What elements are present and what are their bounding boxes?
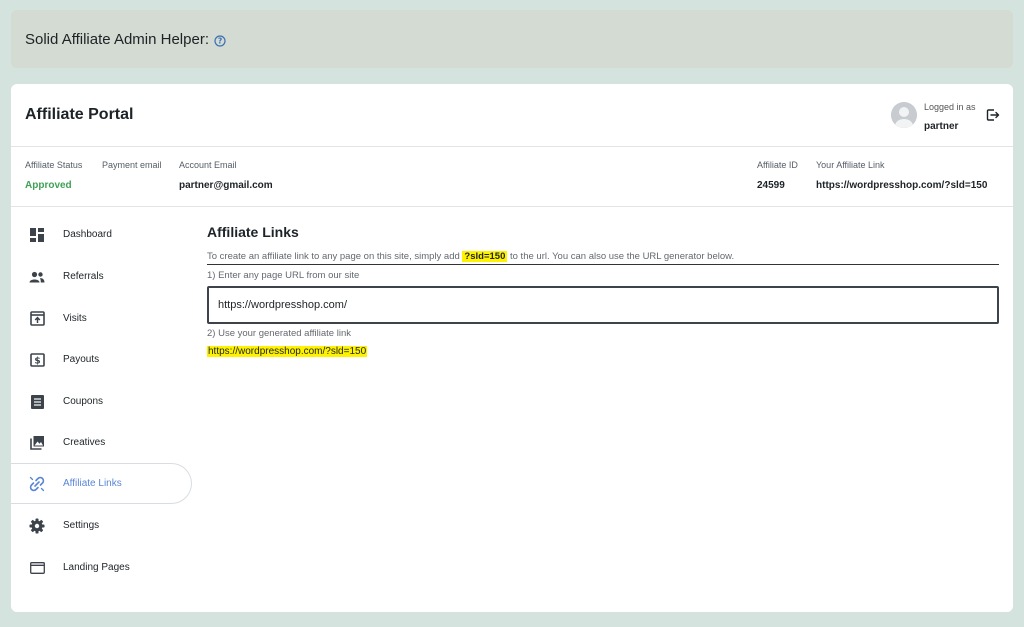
logged-in-username: partner bbox=[924, 121, 959, 132]
sidebar-item-referrals[interactable]: Referrals bbox=[11, 256, 192, 297]
sidebar-item-landing-pages[interactable]: Landing Pages bbox=[11, 547, 192, 588]
admin-helper-bar: Solid Affiliate Admin Helper: ? bbox=[11, 10, 1013, 68]
generated-affiliate-link[interactable]: https://wordpresshop.com/?sld=150 bbox=[207, 346, 368, 357]
step1-label: 1) Enter any page URL from our site bbox=[207, 270, 360, 281]
account-email: Account Email partner@gmail.com bbox=[179, 160, 273, 191]
sidebar-item-creatives[interactable]: Creatives bbox=[11, 422, 192, 463]
affiliate-info-row: Affiliate Status Approved Payment email … bbox=[11, 147, 1013, 207]
sidebar-item-label: Dashboard bbox=[63, 229, 112, 240]
affiliate-id-label: Affiliate ID bbox=[757, 160, 798, 170]
admin-helper-title: Solid Affiliate Admin Helper: bbox=[25, 30, 209, 48]
description-text: To create an affiliate link to any page … bbox=[207, 251, 463, 262]
affiliate-link-label: Your Affiliate Link bbox=[816, 160, 885, 170]
sidebar-item-dashboard[interactable]: Dashboard bbox=[11, 214, 192, 255]
sidebar-item-payouts[interactable]: $ Payouts bbox=[11, 339, 192, 380]
affiliate-links-description: To create an affiliate link to any page … bbox=[207, 251, 999, 265]
window-icon bbox=[29, 560, 45, 576]
sidebar-nav: Dashboard Referrals Visits $ Payouts Cou… bbox=[11, 208, 192, 612]
visits-icon bbox=[29, 311, 45, 327]
affiliate-id-value: 24599 bbox=[757, 180, 785, 191]
sidebar-item-label: Creatives bbox=[63, 437, 106, 448]
sidebar-item-label: Affiliate Links bbox=[63, 478, 122, 489]
sidebar-item-label: Payouts bbox=[63, 354, 100, 365]
affiliate-status-label: Affiliate Status bbox=[25, 160, 83, 170]
affiliate-id: Affiliate ID 24599 bbox=[757, 160, 798, 191]
status-badge: Approved bbox=[25, 180, 72, 191]
sld-param-highlight: ?sld=150 bbox=[462, 251, 508, 262]
dollar-icon: $ bbox=[29, 352, 45, 368]
users-icon bbox=[29, 269, 45, 285]
portal-header: Affiliate Portal Logged in as partner bbox=[11, 84, 1013, 147]
payment-email-label: Payment email bbox=[102, 160, 162, 170]
user-menu: Logged in as partner bbox=[891, 100, 1011, 136]
sidebar-item-settings[interactable]: Settings bbox=[11, 505, 192, 546]
payment-email: Payment email bbox=[102, 160, 162, 170]
description-text: to the url. You can also use the URL gen… bbox=[507, 251, 735, 262]
affiliate-portal: Affiliate Portal Logged in as partner Af… bbox=[11, 84, 1013, 612]
page-url-input[interactable] bbox=[207, 286, 999, 324]
page-title: Affiliate Portal bbox=[25, 106, 134, 123]
question-circle-icon[interactable]: ? bbox=[214, 34, 226, 47]
sidebar-item-coupons[interactable]: Coupons bbox=[11, 381, 192, 422]
logout-icon[interactable] bbox=[986, 108, 1000, 127]
affiliate-link: Your Affiliate Link https://wordpresshop… bbox=[816, 160, 987, 191]
sidebar-item-visits[interactable]: Visits bbox=[11, 298, 192, 339]
account-email-value: partner@gmail.com bbox=[179, 180, 273, 191]
account-email-label: Account Email bbox=[179, 160, 237, 170]
dashboard-icon bbox=[29, 227, 45, 243]
svg-text:?: ? bbox=[218, 36, 222, 45]
coupon-icon bbox=[29, 394, 45, 410]
affiliate-link-value[interactable]: https://wordpresshop.com/?sld=150 bbox=[816, 180, 987, 191]
section-title: Affiliate Links bbox=[207, 224, 299, 240]
user-avatar-icon bbox=[891, 102, 917, 128]
sidebar-item-label: Coupons bbox=[63, 396, 104, 407]
affiliate-status: Affiliate Status Approved bbox=[25, 160, 82, 191]
sidebar-item-label: Referrals bbox=[63, 271, 104, 282]
images-icon bbox=[29, 435, 45, 451]
link-icon bbox=[29, 476, 45, 492]
sidebar-item-label: Landing Pages bbox=[63, 562, 130, 573]
svg-text:$: $ bbox=[34, 356, 40, 366]
sidebar-item-label: Settings bbox=[63, 520, 100, 531]
logged-in-label: Logged in as bbox=[924, 102, 976, 112]
sidebar-item-label: Visits bbox=[63, 313, 87, 324]
gear-icon bbox=[29, 518, 45, 534]
sidebar-item-affiliate-links[interactable]: Affiliate Links bbox=[11, 463, 192, 504]
step2-label: 2) Use your generated affiliate link bbox=[207, 328, 351, 339]
